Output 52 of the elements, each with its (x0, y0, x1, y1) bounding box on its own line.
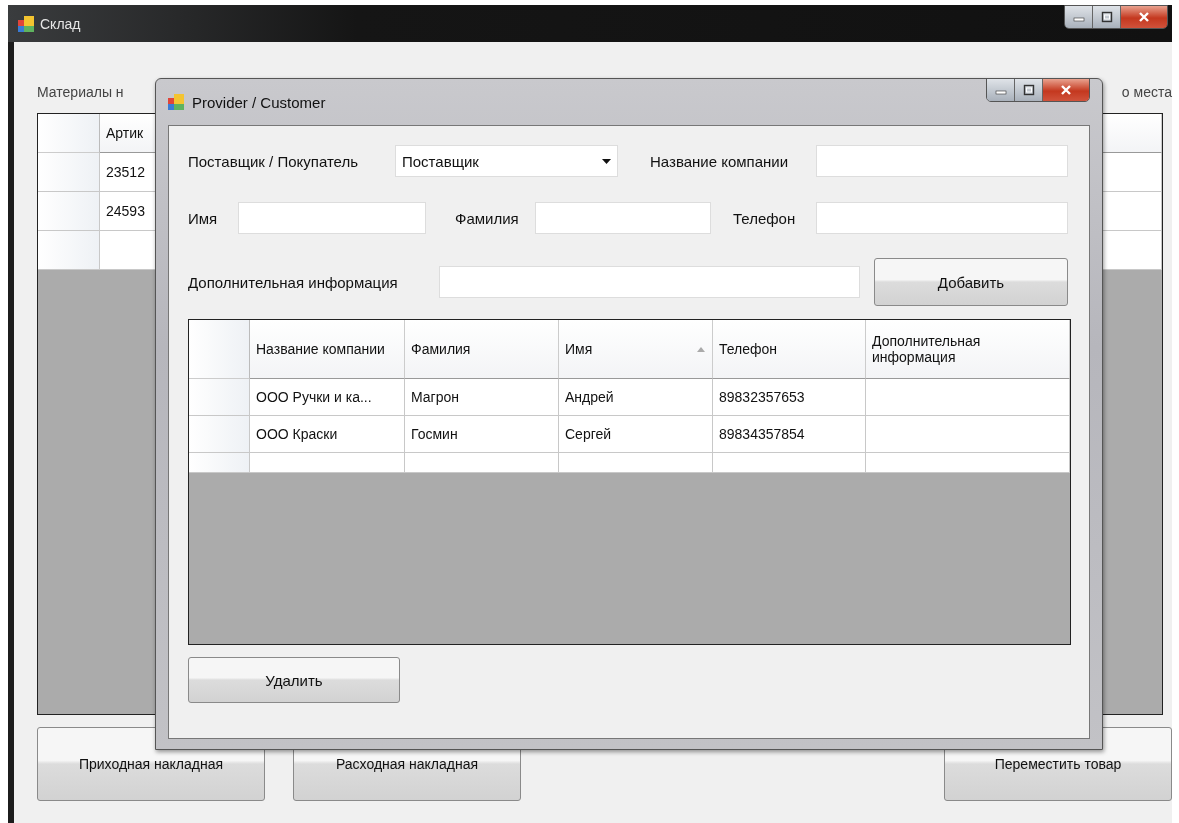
minimize-button[interactable] (1065, 6, 1093, 28)
section-label: Материалы н (37, 83, 124, 100)
input-field[interactable] (535, 202, 711, 234)
column-header[interactable]: Имя (559, 320, 713, 379)
column-header[interactable]: Название компании (250, 320, 405, 379)
field-label: Фамилия (455, 209, 520, 227)
table-cell: Сергей (559, 416, 713, 453)
maximize-icon (1100, 11, 1113, 23)
input-field[interactable] (816, 145, 1068, 177)
close-icon (1138, 11, 1150, 23)
row-header[interactable] (38, 192, 100, 231)
column-header[interactable]: Дополнительная информация (866, 320, 1070, 379)
field-label: Имя (188, 209, 219, 227)
maximize-button[interactable] (1015, 79, 1043, 101)
table-cell: 89832357653 (713, 379, 866, 416)
table-cell: ООО Краски (250, 416, 405, 453)
window-icon (18, 15, 34, 32)
add-button[interactable]: Добавить (874, 258, 1068, 306)
close-button[interactable] (1121, 6, 1167, 28)
row-header[interactable] (189, 416, 250, 453)
table-cell: Магрон (405, 379, 559, 416)
input-field[interactable] (238, 202, 426, 234)
field-label: Дополнительная информация (188, 273, 399, 291)
row-header[interactable] (38, 153, 100, 192)
dropdown[interactable]: Поставщик (395, 145, 618, 177)
section-label: о места (1121, 83, 1172, 100)
delete-button[interactable]: Удалить (188, 657, 400, 703)
table-cell: Андрей (559, 379, 713, 416)
input-field[interactable] (816, 202, 1068, 234)
corner-header (38, 114, 100, 153)
field-label: Телефон (733, 209, 797, 227)
close-button[interactable] (1043, 79, 1089, 101)
dialog-title: Provider / Customer (192, 93, 326, 111)
window-icon (168, 94, 184, 110)
field-label: Название компании (650, 152, 790, 170)
corner-header (189, 320, 250, 379)
maximize-icon (1022, 84, 1035, 96)
table-cell: ООО Ручки и ка... (250, 379, 405, 416)
table-cell: Госмин (405, 416, 559, 453)
minimize-button[interactable] (987, 79, 1015, 101)
column-header[interactable]: Фамилия (405, 320, 559, 379)
window-title: Склад (40, 15, 81, 32)
input-field[interactable] (439, 266, 860, 298)
row-header[interactable] (189, 453, 250, 473)
close-icon (1060, 84, 1072, 96)
table-cell: 89834357854 (713, 416, 866, 453)
row-header[interactable] (189, 379, 250, 416)
row-header[interactable] (38, 231, 100, 270)
column-header[interactable]: Телефон (713, 320, 866, 379)
field-label: Поставщик / Покупатель (188, 152, 360, 170)
maximize-button[interactable] (1093, 6, 1121, 28)
dropdown-arrow-icon (602, 158, 611, 164)
